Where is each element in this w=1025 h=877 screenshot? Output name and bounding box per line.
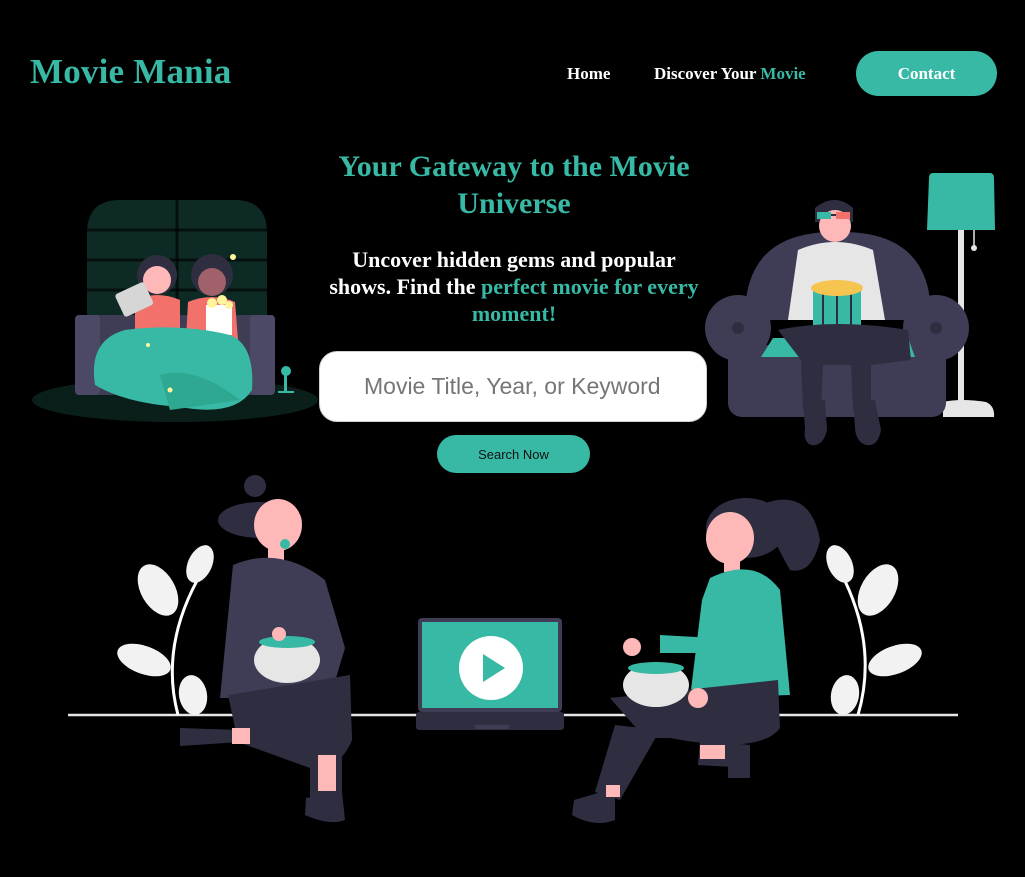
armchair-man-illustration [705,173,995,446]
hero-subtitle-accent: perfect movie for every moment! [471,274,699,326]
nav-discover-accent: Movie [760,64,806,83]
search-input[interactable] [319,351,707,422]
nav-discover-link[interactable]: Discover Your Movie [654,64,806,84]
plant-icon [826,545,922,716]
site-logo[interactable]: Movie Mania [30,52,231,92]
hero-subtitle: Uncover hidden gems and popular shows. F… [324,246,704,327]
woman-left [180,475,352,823]
play-icon [459,636,523,700]
woman-right [572,498,820,824]
nav-discover-prefix: Discover Your [654,64,761,83]
sofa-couple-illustration [32,200,318,422]
contact-button[interactable]: Contact [856,51,997,96]
watching-scene-illustration [68,475,958,824]
popcorn-bucket-icon [206,305,232,335]
nav-home-link[interactable]: Home [567,64,610,84]
plant-icon [117,545,214,716]
search-button[interactable]: Search Now [437,435,590,473]
hero-title: Your Gateway to the Movie Universe [338,150,690,220]
